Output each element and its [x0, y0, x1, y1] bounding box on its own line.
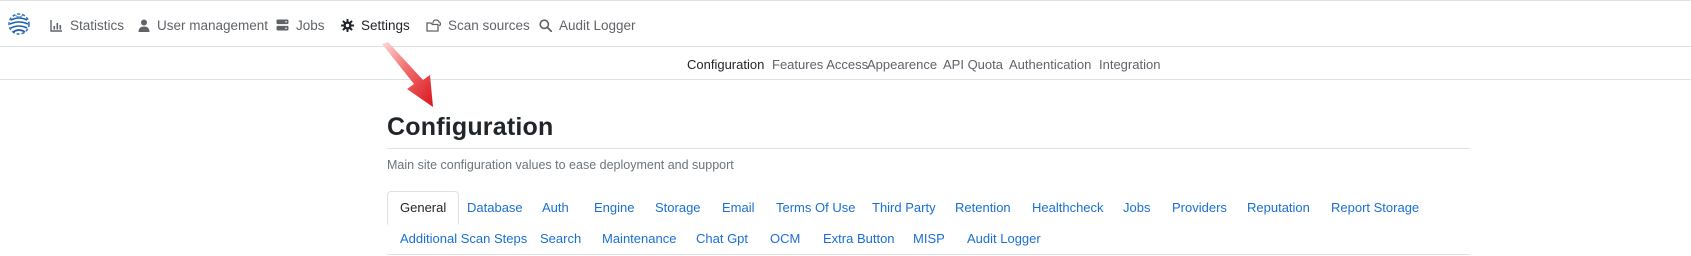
tab-report-storage[interactable]: Report Storage	[1331, 200, 1419, 215]
nav-statistics-label: Statistics	[70, 17, 125, 33]
subnav-authentication[interactable]: Authentication	[1009, 57, 1091, 72]
title-divider	[387, 148, 1470, 149]
nav-scan-sources[interactable]: Scan sources	[426, 15, 530, 35]
tab-email[interactable]: Email	[722, 200, 755, 215]
tab-general[interactable]: General	[387, 191, 460, 225]
gear-icon	[341, 18, 354, 32]
subnav-appearence[interactable]: Appearence	[867, 57, 937, 72]
subnav-api-quota[interactable]: API Quota	[943, 57, 1003, 72]
tab-auth[interactable]: Auth	[542, 200, 569, 215]
tab-search[interactable]: Search	[540, 231, 581, 246]
tab-maintenance[interactable]: Maintenance	[602, 231, 676, 246]
nav-scan-sources-label: Scan sources	[448, 17, 530, 33]
page-description: Main site configuration values to ease d…	[387, 158, 734, 172]
tab-chat-gpt[interactable]: Chat Gpt	[696, 231, 748, 246]
settings-subnav: Configuration Features Access Appearence…	[0, 48, 1691, 80]
nav-user-management-label: User management	[157, 17, 269, 33]
subnav-integration[interactable]: Integration	[1099, 57, 1160, 72]
nav-jobs[interactable]: Jobs	[276, 15, 325, 35]
nav-jobs-label: Jobs	[296, 17, 325, 33]
annotation-arrow	[382, 42, 433, 107]
tab-reputation[interactable]: Reputation	[1247, 200, 1310, 215]
search-icon	[539, 18, 552, 32]
nav-audit-logger[interactable]: Audit Logger	[539, 15, 636, 35]
nav-statistics[interactable]: Statistics	[50, 15, 124, 35]
user-icon	[138, 19, 150, 32]
tabs-divider	[387, 254, 1470, 255]
page-title: Configuration	[387, 113, 554, 141]
tab-third-party[interactable]: Third Party	[872, 200, 936, 215]
tab-misp[interactable]: MISP	[913, 231, 945, 246]
tab-additional-scan-steps[interactable]: Additional Scan Steps	[400, 231, 527, 246]
tab-terms-of-use[interactable]: Terms Of Use	[776, 200, 855, 215]
app-logo[interactable]	[7, 11, 31, 37]
tab-healthcheck[interactable]: Healthcheck	[1032, 200, 1104, 215]
subnav-configuration[interactable]: Configuration	[687, 57, 764, 72]
nav-settings[interactable]: Settings	[341, 15, 410, 35]
bar-chart-icon	[50, 19, 62, 32]
tab-audit-logger[interactable]: Audit Logger	[967, 231, 1041, 246]
tab-ocm[interactable]: OCM	[770, 231, 800, 246]
nav-audit-logger-label: Audit Logger	[559, 17, 636, 33]
nav-user-management[interactable]: User management	[138, 15, 268, 35]
subnav-features-access[interactable]: Features Access	[772, 57, 868, 72]
tab-retention[interactable]: Retention	[955, 200, 1011, 215]
tab-storage[interactable]: Storage	[655, 200, 701, 215]
tab-engine[interactable]: Engine	[594, 200, 634, 215]
tab-jobs[interactable]: Jobs	[1123, 200, 1150, 215]
server-icon	[276, 19, 289, 31]
nav-settings-label: Settings	[361, 17, 410, 33]
cloud-folder-icon	[426, 18, 441, 32]
tab-providers[interactable]: Providers	[1172, 200, 1227, 215]
configuration-tabs: General Database Auth Engine Storage Ema…	[387, 191, 1470, 255]
top-navbar: Statistics User management Jobs Settings…	[0, 1, 1691, 47]
tab-extra-button[interactable]: Extra Button	[823, 231, 895, 246]
tab-database[interactable]: Database	[467, 200, 523, 215]
